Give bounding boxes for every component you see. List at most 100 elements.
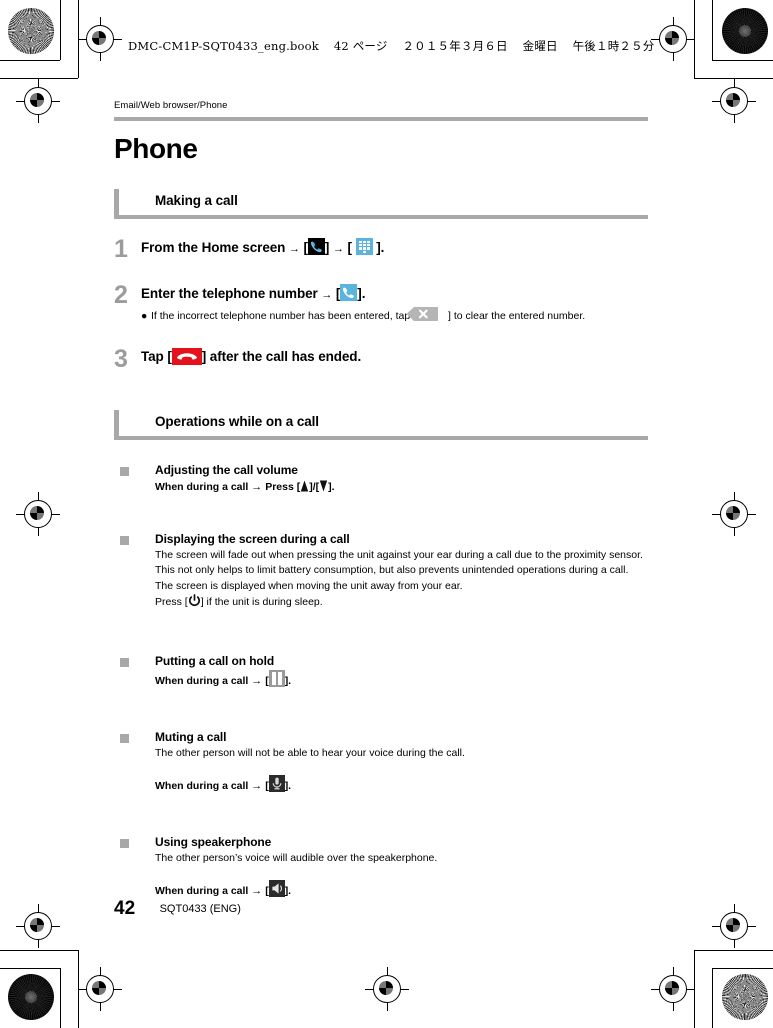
step-text: Tap [ [141, 349, 172, 365]
step-number: 1 [114, 235, 128, 264]
hold-icon[interactable] [268, 670, 285, 688]
bracket-open: [ [347, 240, 353, 256]
topic-displaying-the-screen-during-a-call: Displaying the screen during a call The … [114, 532, 648, 610]
registration-mark [712, 904, 756, 948]
action-separator: ]/[ [309, 481, 320, 494]
slug-weekday: 金曜日 [522, 39, 558, 53]
section-underline [114, 215, 648, 220]
registration-mark [712, 79, 756, 123]
press-text-post: ] if the unit is during sleep. [200, 595, 323, 608]
volume-up-icon[interactable] [300, 479, 309, 493]
section-title: Operations while on a call [155, 414, 319, 430]
registration-mark [78, 967, 122, 1011]
topic-paragraph: The other person’s voice will audible ov… [155, 851, 438, 864]
density-starburst-mark [8, 8, 54, 54]
note-text-post: ] to clear the entered number. [448, 310, 586, 323]
topic-action-line: When during a call → [ ]. [155, 670, 648, 690]
action-text-post: ]. [284, 885, 292, 897]
step-3: 3 Tap [ ] after the call has ended. [114, 345, 648, 372]
speaker-icon[interactable] [268, 880, 285, 897]
arrow-right-icon: → [251, 481, 263, 494]
crop-line [60, 968, 61, 1028]
end-call-glyph [176, 353, 197, 360]
action-text: When during a call [155, 885, 249, 897]
action-text: When during a call [155, 675, 249, 688]
topic-action-line: When during a call → [ ]. [155, 775, 648, 795]
crop-line [712, 968, 713, 1028]
action-text-post: ]. [284, 675, 292, 688]
step-instruction: Enter the telephone number → [ ]. [141, 284, 648, 303]
registration-mark [16, 492, 60, 536]
crop-line [712, 968, 773, 969]
step-instruction: Tap [ ] after the call has ended. [141, 348, 648, 366]
bracket-close: ]. [376, 240, 385, 256]
phone-blue-icon[interactable] [340, 284, 358, 302]
step-number: 3 [114, 345, 128, 374]
mute-icon[interactable] [268, 775, 285, 793]
crop-line [694, 950, 773, 951]
topic-paragraph: The screen is displayed when moving the … [155, 579, 463, 592]
step-note: ● If the incorrect telephone number has b… [141, 307, 648, 323]
crop-line [694, 0, 695, 78]
power-icon[interactable] [188, 593, 201, 607]
topic-muting-a-call: Muting a call The other person will not … [114, 730, 648, 795]
crop-line [0, 78, 78, 79]
microphone-glyph [272, 777, 282, 790]
topic-action-line: When during a call → Press [ ]/[ ]. [155, 479, 648, 496]
topic-putting-a-call-on-hold: Putting a call on hold When during a cal… [114, 654, 648, 690]
breadcrumb: Email/Web browser/Phone [114, 100, 228, 111]
slug-date: ２０１５年３月６日 [402, 39, 508, 53]
section-accent-bar [114, 410, 119, 438]
dialpad-grid [358, 240, 370, 253]
topic-title: Displaying the screen during a call [155, 532, 350, 547]
section-header-making-a-call: Making a call [114, 189, 648, 220]
crop-line [78, 0, 79, 78]
square-bullet-icon [120, 838, 129, 848]
step-number: 2 [114, 281, 128, 310]
registration-mark [712, 492, 756, 536]
phone-handset-glyph [343, 287, 355, 299]
topic-press-line: Press [ ] if the unit is during sleep. [155, 593, 647, 610]
dialpad-icon[interactable] [355, 238, 373, 256]
topic-title: Muting a call [155, 729, 227, 744]
crop-line [0, 950, 78, 951]
phone-handset-glyph [310, 241, 322, 253]
arrow-right-icon: → [332, 243, 344, 256]
square-bullet-icon [120, 733, 129, 743]
arrow-right-icon: → [321, 289, 333, 302]
press-text-pre: Press [ [155, 595, 188, 608]
page-footer: 42 SQT0433 (ENG) [114, 898, 241, 920]
crop-line [694, 950, 695, 1028]
action-text-post: ]. [328, 481, 335, 494]
square-bullet-icon [120, 536, 129, 546]
registration-mark [16, 79, 60, 123]
topic-paragraph: The screen will fade out when pressing t… [155, 549, 643, 577]
crop-line [712, 60, 773, 61]
backspace-glyph [406, 307, 439, 322]
section-accent-bar [114, 189, 119, 217]
footer-doc-code: SQT0433 (ENG) [159, 903, 241, 915]
backspace-icon[interactable] [406, 307, 448, 322]
step-1: 1 From the Home screen → [ ] → []. [114, 235, 648, 262]
bracket-close: ] [324, 240, 330, 256]
arrow-right-icon: → [251, 780, 263, 793]
page-content: Email/Web browser/Phone Phone Making a c… [114, 100, 648, 918]
registration-mark [16, 904, 60, 948]
step-text: From the Home screen [141, 240, 286, 256]
action-text-mid: Press [ [265, 481, 301, 494]
end-call-icon[interactable] [171, 348, 202, 366]
arrow-right-icon: → [288, 243, 300, 256]
phone-black-icon[interactable] [307, 238, 325, 256]
footer-page-number: 42 [114, 898, 136, 919]
crop-line [0, 60, 60, 61]
slug-filename: DMC-CM1P-SQT0433_eng.book [128, 39, 319, 53]
density-starburst-mark [722, 8, 768, 54]
registration-mark [78, 17, 122, 61]
slug-time: 午後１時２５分 [572, 39, 655, 53]
crop-line [78, 950, 79, 1028]
volume-down-icon[interactable] [319, 479, 328, 493]
registration-mark [651, 967, 695, 1011]
crop-line [712, 0, 713, 60]
crop-line [0, 968, 60, 969]
section-title: Making a call [155, 193, 238, 209]
